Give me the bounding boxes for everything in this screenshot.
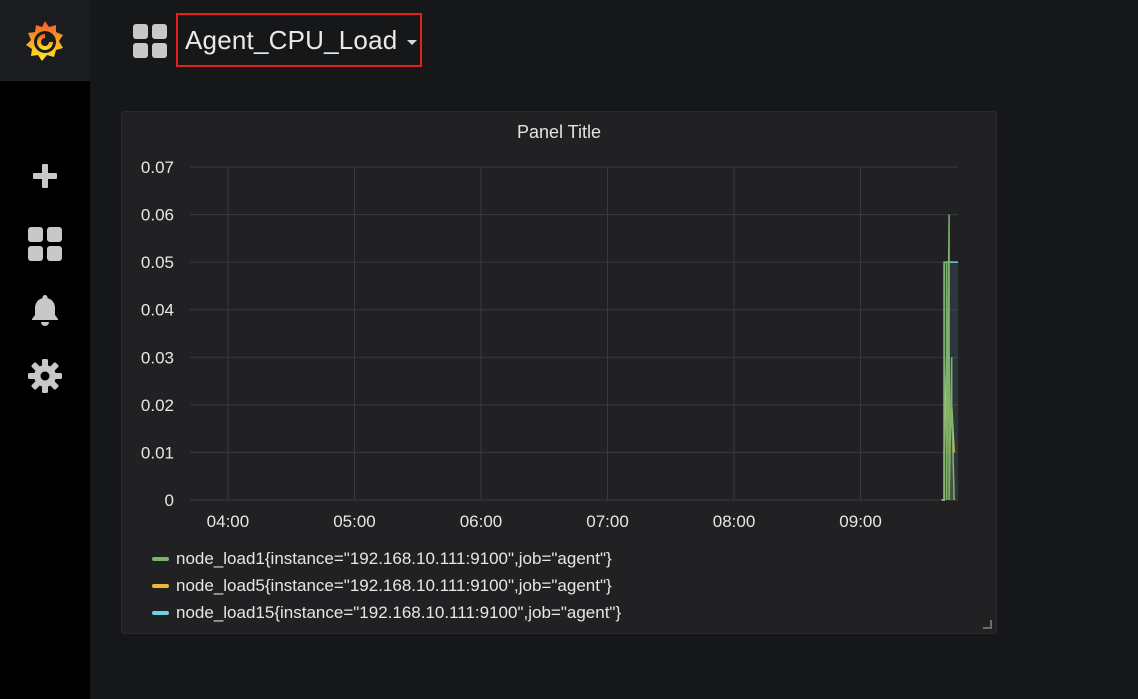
legend: node_load1{instance="192.168.10.111:9100… <box>152 545 621 626</box>
dashboard-grid-icon <box>133 24 167 58</box>
y-tick-label: 0.04 <box>141 301 174 320</box>
gear-icon <box>28 359 62 393</box>
y-tick-label: 0.03 <box>141 348 174 367</box>
create-button[interactable] <box>25 156 65 196</box>
chart-area: 0 0.01 0.02 0.03 0.04 0.05 0.06 0.07 04:00 05:00 0… <box>141 158 958 531</box>
sidebar <box>0 0 90 699</box>
x-tick-label: 06:00 <box>460 512 503 531</box>
alerting-button[interactable] <box>25 290 65 330</box>
dashboard-title: Agent_CPU_Load <box>185 24 398 55</box>
y-tick-label: 0.05 <box>141 253 174 272</box>
y-tick-label: 0.02 <box>141 396 174 415</box>
legend-item-node-load15[interactable]: node_load15{instance="192.168.10.111:910… <box>152 599 621 626</box>
legend-item-node-load5[interactable]: node_load5{instance="192.168.10.111:9100… <box>152 572 621 599</box>
caret-down-icon <box>407 39 418 45</box>
dashboards-button[interactable] <box>25 224 65 264</box>
y-tick-label: 0 <box>165 491 174 510</box>
legend-swatch <box>152 583 169 588</box>
x-tick-label: 08:00 <box>713 512 756 531</box>
legend-label: node_load5{instance="192.168.10.111:9100… <box>176 575 612 595</box>
grafana-logo-icon <box>26 20 63 61</box>
grafana-logo[interactable] <box>0 0 90 81</box>
y-tick-label: 0.06 <box>141 206 174 225</box>
dashboards-icon <box>28 227 62 261</box>
configuration-button[interactable] <box>25 356 65 396</box>
legend-item-node-load1[interactable]: node_load1{instance="192.168.10.111:9100… <box>152 545 621 572</box>
x-tick-label: 04:00 <box>207 512 250 531</box>
legend-swatch <box>152 610 169 615</box>
panel-resize-handle[interactable] <box>983 620 992 629</box>
legend-swatch <box>152 556 169 561</box>
plus-icon <box>33 164 57 188</box>
legend-label: node_load1{instance="192.168.10.111:9100… <box>176 548 612 568</box>
bell-icon <box>32 295 58 326</box>
graph-panel: Panel Title 0 0.01 0.02 0.03 0.04 0.05 0.06 0.0… <box>121 111 997 634</box>
y-tick-label: 0.07 <box>141 158 174 177</box>
grafana-app: Agent_CPU_Load Panel Title 0 0.01 0.02 0.03… <box>0 0 1138 699</box>
x-tick-label: 09:00 <box>839 512 882 531</box>
legend-label: node_load15{instance="192.168.10.111:910… <box>176 602 622 622</box>
y-tick-label: 0.01 <box>141 443 174 462</box>
dashboard-title-picker[interactable]: Agent_CPU_Load <box>176 13 422 67</box>
x-tick-label: 07:00 <box>586 512 629 531</box>
x-tick-label: 05:00 <box>333 512 376 531</box>
